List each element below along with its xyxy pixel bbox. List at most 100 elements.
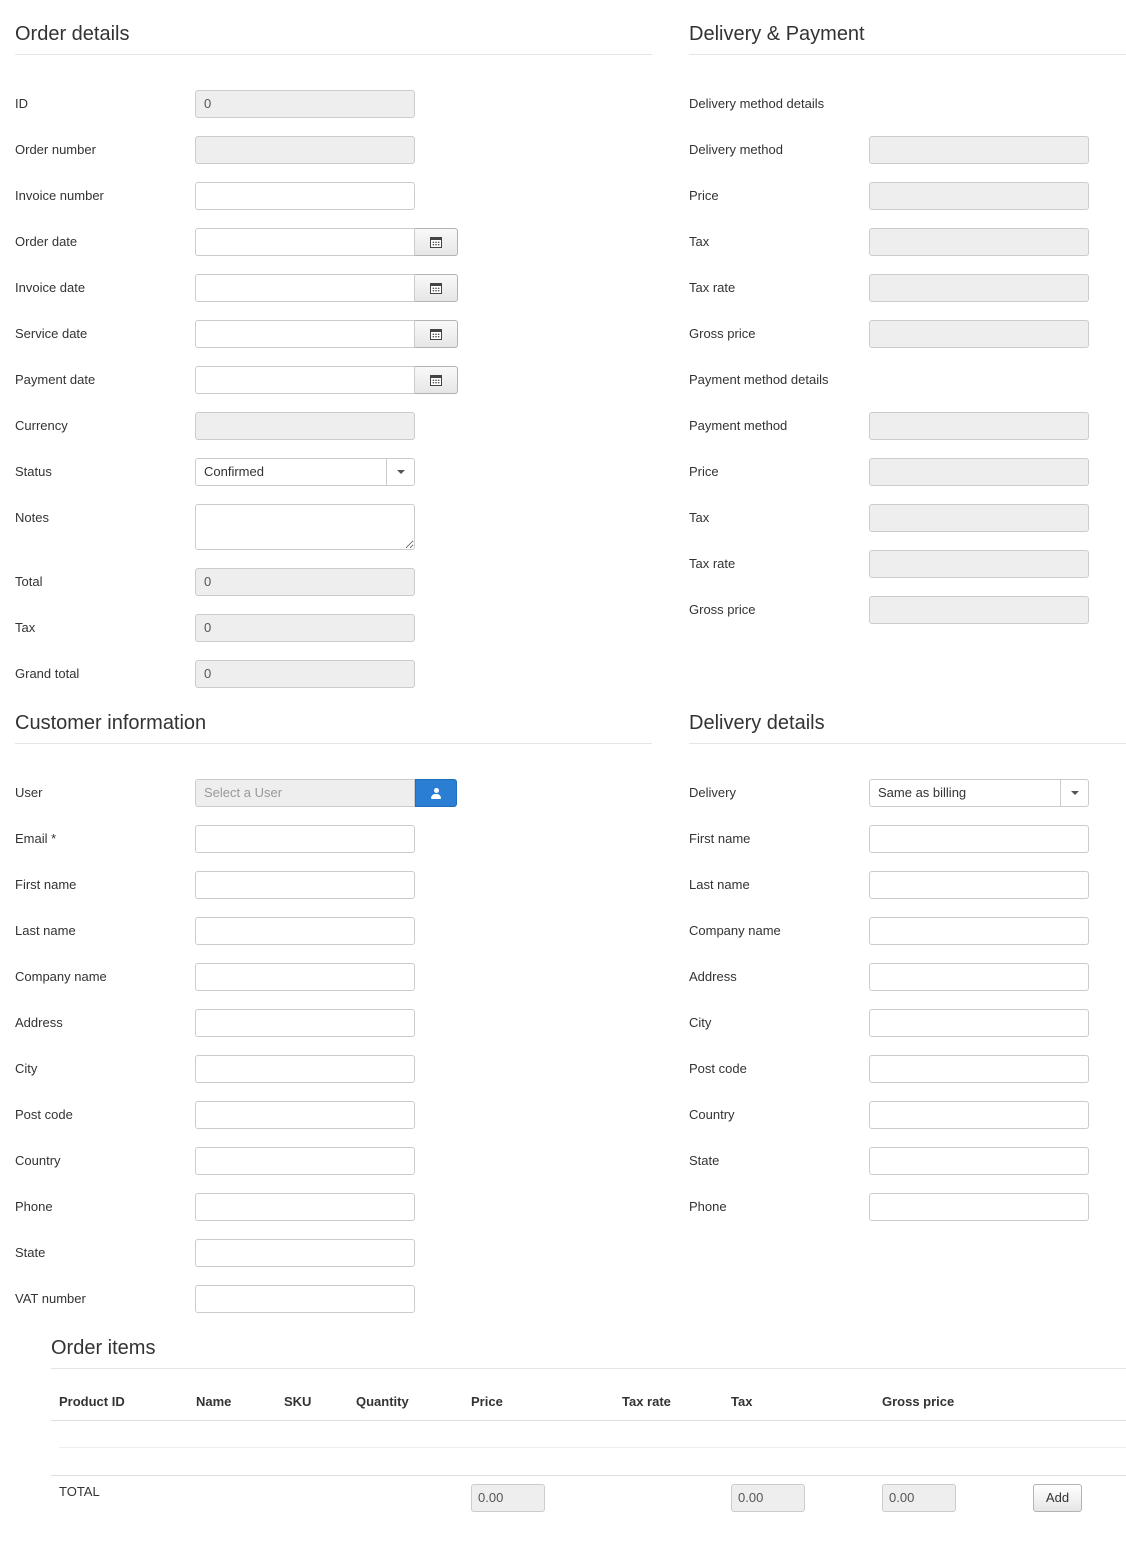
delivery-country-input[interactable]	[869, 1101, 1089, 1129]
delivery-select[interactable]: Same as billing	[869, 779, 1089, 807]
user-label: User	[15, 785, 43, 800]
delivery-method-details-heading: Delivery method details	[689, 96, 825, 111]
order-items-title: Order items	[51, 1336, 1126, 1369]
notes-textarea[interactable]	[195, 504, 415, 550]
delivery-select-caret[interactable]	[1060, 780, 1088, 806]
delivery-tax-rate-label: Tax rate	[689, 280, 736, 295]
delivery-post-code-input[interactable]	[869, 1055, 1089, 1083]
delivery-last-name-input[interactable]	[869, 871, 1089, 899]
payment-date-input[interactable]	[195, 366, 415, 394]
service-date-picker	[195, 320, 458, 348]
invoice-number-input[interactable]	[195, 182, 415, 210]
customer-info-title: Customer information	[15, 711, 652, 744]
payment-tax-label: Tax	[689, 510, 710, 525]
user-picker: Select a User	[195, 779, 457, 807]
user-select-field[interactable]: Select a User	[195, 779, 415, 807]
calendar-icon	[430, 328, 442, 340]
calendar-icon	[430, 374, 442, 386]
post-code-label: Post code	[15, 1107, 73, 1122]
delivery-city-input[interactable]	[869, 1009, 1089, 1037]
phone-label: Phone	[15, 1199, 53, 1214]
column-header-tax: Tax	[731, 1394, 753, 1409]
tax-field: 0	[195, 614, 415, 642]
grand-total-label: Grand total	[15, 666, 80, 681]
total-label: Total	[15, 574, 43, 589]
order-items-section: Order items	[51, 1336, 1126, 1369]
status-select[interactable]: Confirmed	[195, 458, 415, 486]
column-header-quantity: Quantity	[356, 1394, 409, 1409]
caret-down-icon	[396, 470, 405, 474]
phone-input[interactable]	[195, 1193, 415, 1221]
delivery-gross-price-label: Gross price	[689, 326, 756, 341]
delivery-first-name-input[interactable]	[869, 825, 1089, 853]
country-input[interactable]	[195, 1147, 415, 1175]
gross-total-field: 0.00	[882, 1484, 956, 1512]
payment-date-calendar-button[interactable]	[415, 366, 458, 394]
notes-label: Notes	[15, 510, 49, 525]
last-name-label: Last name	[15, 923, 76, 938]
payment-method-label: Payment method	[689, 418, 788, 433]
delivery-price-label: Price	[689, 188, 719, 203]
delivery-phone-input[interactable]	[869, 1193, 1089, 1221]
delivery-city-label: City	[689, 1015, 712, 1030]
order-date-picker	[195, 228, 458, 256]
city-input[interactable]	[195, 1055, 415, 1083]
delivery-payment-title: Delivery & Payment	[689, 22, 1126, 55]
payment-gross-price-label: Gross price	[689, 602, 756, 617]
total-separator	[51, 1475, 1126, 1476]
delivery-company-name-input[interactable]	[869, 917, 1089, 945]
email-input[interactable]	[195, 825, 415, 853]
delivery-company-name-label: Company name	[689, 923, 781, 938]
status-select-caret[interactable]	[386, 459, 414, 485]
delivery-country-label: Country	[689, 1107, 735, 1122]
delivery-tax-rate-field	[869, 274, 1089, 302]
select-user-button[interactable]	[415, 779, 457, 807]
invoice-date-input[interactable]	[195, 274, 415, 302]
payment-tax-rate-label: Tax rate	[689, 556, 736, 571]
first-name-input[interactable]	[195, 871, 415, 899]
vat-number-input[interactable]	[195, 1285, 415, 1313]
payment-method-field	[869, 412, 1089, 440]
column-header-name: Name	[196, 1394, 232, 1409]
delivery-state-label: State	[689, 1153, 720, 1168]
tax-total-field: 0.00	[731, 1484, 805, 1512]
column-header-product-id: Product ID	[59, 1394, 125, 1409]
order-items-empty-row	[59, 1421, 1126, 1448]
delivery-details-title: Delivery details	[689, 711, 1126, 744]
service-date-input[interactable]	[195, 320, 415, 348]
vat-number-label: VAT number	[15, 1291, 86, 1306]
company-name-input[interactable]	[195, 963, 415, 991]
state-input[interactable]	[195, 1239, 415, 1267]
total-field: 0	[195, 568, 415, 596]
address-input[interactable]	[195, 1009, 415, 1037]
service-date-calendar-button[interactable]	[415, 320, 458, 348]
country-label: Country	[15, 1153, 61, 1168]
invoice-date-picker	[195, 274, 458, 302]
order-items-total-label: TOTAL	[59, 1484, 100, 1499]
last-name-input[interactable]	[195, 917, 415, 945]
service-date-label: Service date	[15, 326, 88, 341]
caret-down-icon	[1070, 791, 1079, 795]
status-select-value: Confirmed	[204, 464, 264, 479]
column-header-price: Price	[471, 1394, 503, 1409]
payment-tax-rate-field	[869, 550, 1089, 578]
add-item-button[interactable]: Add	[1033, 1484, 1082, 1512]
order-date-calendar-button[interactable]	[415, 228, 458, 256]
tax-label: Tax	[15, 620, 36, 635]
id-field: 0	[195, 90, 415, 118]
first-name-label: First name	[15, 877, 77, 892]
delivery-state-input[interactable]	[869, 1147, 1089, 1175]
delivery-address-input[interactable]	[869, 963, 1089, 991]
invoice-date-calendar-button[interactable]	[415, 274, 458, 302]
delivery-address-label: Address	[689, 969, 737, 984]
state-label: State	[15, 1245, 46, 1260]
delivery-tax-label: Tax	[689, 234, 710, 249]
post-code-input[interactable]	[195, 1101, 415, 1129]
payment-date-label: Payment date	[15, 372, 96, 387]
email-label: Email *	[15, 831, 57, 846]
calendar-icon	[430, 282, 442, 294]
order-details-section: Order details	[15, 22, 652, 55]
calendar-icon	[430, 236, 442, 248]
order-date-input[interactable]	[195, 228, 415, 256]
user-icon	[431, 787, 441, 799]
